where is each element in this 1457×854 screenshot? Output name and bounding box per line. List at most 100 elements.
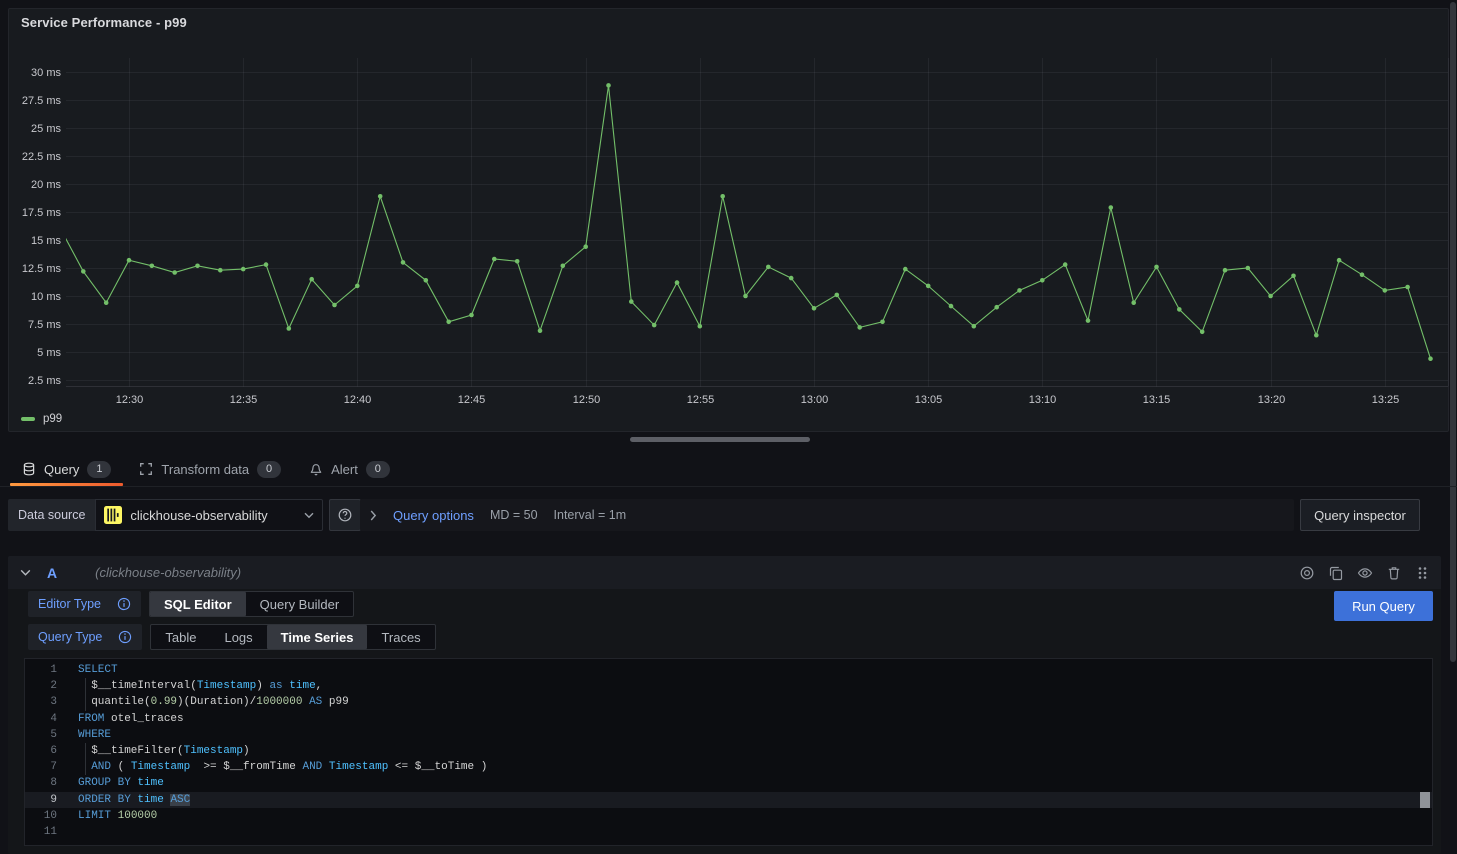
y-tick-label: 25 ms xyxy=(31,123,61,135)
query-type-label: Query Type xyxy=(38,630,102,644)
hide-response-eye-icon[interactable] xyxy=(1357,565,1373,581)
legend-item-p99[interactable]: p99 xyxy=(21,413,62,425)
tab-query-label: Query xyxy=(44,462,79,477)
line-number: 3 xyxy=(25,694,57,710)
tab-query-count: 1 xyxy=(87,461,111,478)
horizontal-scrollbar-thumb[interactable] xyxy=(630,437,810,442)
y-tick-label: 17.5 ms xyxy=(22,207,62,219)
x-tick-label: 12:55 xyxy=(687,394,715,406)
code-line-9: 9ORDER BY time ASC xyxy=(25,792,1432,808)
code-line-5: 5WHERE xyxy=(25,727,1432,743)
line-number: 4 xyxy=(25,711,57,727)
y-tick-label: 20 ms xyxy=(31,179,61,191)
editor-type-option-sql-editor[interactable]: SQL Editor xyxy=(150,592,246,616)
query-type-option-time-series[interactable]: Time Series xyxy=(267,625,368,649)
panel-service-performance: 30 ms27.5 ms25 ms22.5 ms20 ms17.5 ms15 m… xyxy=(8,8,1449,432)
panel-title[interactable]: Service Performance - p99 xyxy=(21,15,187,30)
clickhouse-logo-icon xyxy=(104,506,122,524)
query-row-actions xyxy=(1299,565,1429,581)
line-number: 2 xyxy=(25,678,57,694)
text-cursor xyxy=(1420,792,1430,808)
query-options-link[interactable]: Query options xyxy=(393,508,474,523)
series-points-p99 xyxy=(81,83,1433,361)
datasource-row: Data source clickhouse-observability xyxy=(8,499,361,531)
series-line-p99 xyxy=(61,85,1431,358)
line-number: 10 xyxy=(25,808,57,824)
x-tick-label: 12:35 xyxy=(230,394,258,406)
editor-type-row: Editor Type SQL EditorQuery Builder xyxy=(28,591,354,617)
code-line-2: 2 $__timeInterval(Timestamp) as time, xyxy=(25,678,1432,694)
tab-transform-data[interactable]: Transform data 0 xyxy=(125,452,295,486)
page-scrollbar-thumb[interactable] xyxy=(1450,2,1456,662)
query-type-option-table[interactable]: Table xyxy=(151,625,210,649)
info-circle-icon[interactable] xyxy=(118,630,132,644)
x-tick-label: 13:25 xyxy=(1372,394,1400,406)
line-number: 7 xyxy=(25,759,57,775)
interval-value: Interval = 1m xyxy=(554,508,627,522)
tab-transform-label: Transform data xyxy=(161,462,249,477)
x-tick-label: 12:45 xyxy=(458,394,486,406)
code-line-4: 4FROM otel_traces xyxy=(25,711,1432,727)
collapse-chevron-icon[interactable] xyxy=(20,569,31,577)
x-tick-label: 12:40 xyxy=(344,394,372,406)
editor-type-group: SQL EditorQuery Builder xyxy=(149,591,354,617)
query-row-header: A (clickhouse-observability) xyxy=(8,556,1441,589)
y-tick-label: 7.5 ms xyxy=(28,319,62,331)
code-line-8: 8GROUP BY time xyxy=(25,775,1432,791)
tab-alert[interactable]: Alert 0 xyxy=(295,452,404,486)
query-type-group: TableLogsTime SeriesTraces xyxy=(150,624,435,650)
max-data-points-value: MD = 50 xyxy=(490,508,538,522)
y-tick-label: 12.5 ms xyxy=(22,263,62,275)
legend-swatch xyxy=(21,417,35,421)
tab-query[interactable]: Query 1 xyxy=(8,452,125,486)
y-tick-label: 15 ms xyxy=(31,235,61,247)
datasource-selected-value: clickhouse-observability xyxy=(130,508,296,523)
legend-label: p99 xyxy=(43,413,62,425)
chevron-down-icon xyxy=(304,512,314,519)
info-circle-icon[interactable] xyxy=(117,597,131,611)
disable-query-icon[interactable] xyxy=(1299,565,1315,581)
y-tick-label: 5 ms xyxy=(37,347,61,359)
query-type-row: Query Type TableLogsTime SeriesTraces xyxy=(28,624,436,650)
query-options-strip: Query options MD = 50 Interval = 1m xyxy=(360,499,1294,531)
run-query-button[interactable]: Run Query xyxy=(1334,591,1433,621)
tab-alert-count: 0 xyxy=(366,461,390,478)
query-type-option-logs[interactable]: Logs xyxy=(210,625,266,649)
query-datasource-hint: (clickhouse-observability) xyxy=(95,565,241,580)
editor-tabs-bar: Query 1 Transform data 0 Alert 0 xyxy=(0,452,1457,487)
x-tick-label: 13:05 xyxy=(915,394,943,406)
line-number: 9 xyxy=(25,792,57,808)
code-line-1: 1SELECT xyxy=(25,662,1432,678)
code-line-7: 7 AND ( Timestamp >= $__fromTime AND Tim… xyxy=(25,759,1432,775)
code-line-3: 3 quantile(0.99)(Duration)/1000000 AS p9… xyxy=(25,694,1432,710)
editor-type-label-chip: Editor Type xyxy=(28,591,141,617)
datasource-label: Data source xyxy=(8,499,95,531)
drag-handle-grip-icon[interactable] xyxy=(1415,565,1429,581)
query-editor-card: A (clickhouse-observability) Editor Type xyxy=(8,556,1441,854)
editor-type-label: Editor Type xyxy=(38,597,101,611)
query-inspector-button[interactable]: Query inspector xyxy=(1300,499,1420,531)
query-type-option-traces[interactable]: Traces xyxy=(367,625,434,649)
x-tick-label: 13:00 xyxy=(801,394,829,406)
remove-query-trash-icon[interactable] xyxy=(1386,565,1402,581)
duplicate-query-icon[interactable] xyxy=(1328,565,1344,581)
transform-icon xyxy=(139,462,153,476)
query-ref-id: A xyxy=(47,565,57,581)
line-number: 5 xyxy=(25,727,57,743)
datasource-help-button[interactable] xyxy=(329,499,361,531)
sql-editor[interactable]: 1SELECT2 $__timeInterval(Timestamp) as t… xyxy=(24,658,1433,846)
tab-transform-count: 0 xyxy=(257,461,281,478)
chevron-right-icon[interactable] xyxy=(370,510,377,521)
line-number: 11 xyxy=(25,824,57,840)
x-tick-label: 12:30 xyxy=(116,394,144,406)
x-tick-label: 13:20 xyxy=(1258,394,1286,406)
question-circle-icon xyxy=(337,507,353,523)
x-tick-label: 13:10 xyxy=(1029,394,1057,406)
code-line-11: 11 xyxy=(25,824,1432,840)
y-tick-label: 2.5 ms xyxy=(28,375,62,387)
editor-type-option-query-builder[interactable]: Query Builder xyxy=(246,592,353,616)
code-line-10: 10LIMIT 100000 xyxy=(25,808,1432,824)
y-tick-label: 10 ms xyxy=(31,291,61,303)
datasource-picker[interactable]: clickhouse-observability xyxy=(95,499,323,531)
grid-lines xyxy=(66,58,1449,387)
